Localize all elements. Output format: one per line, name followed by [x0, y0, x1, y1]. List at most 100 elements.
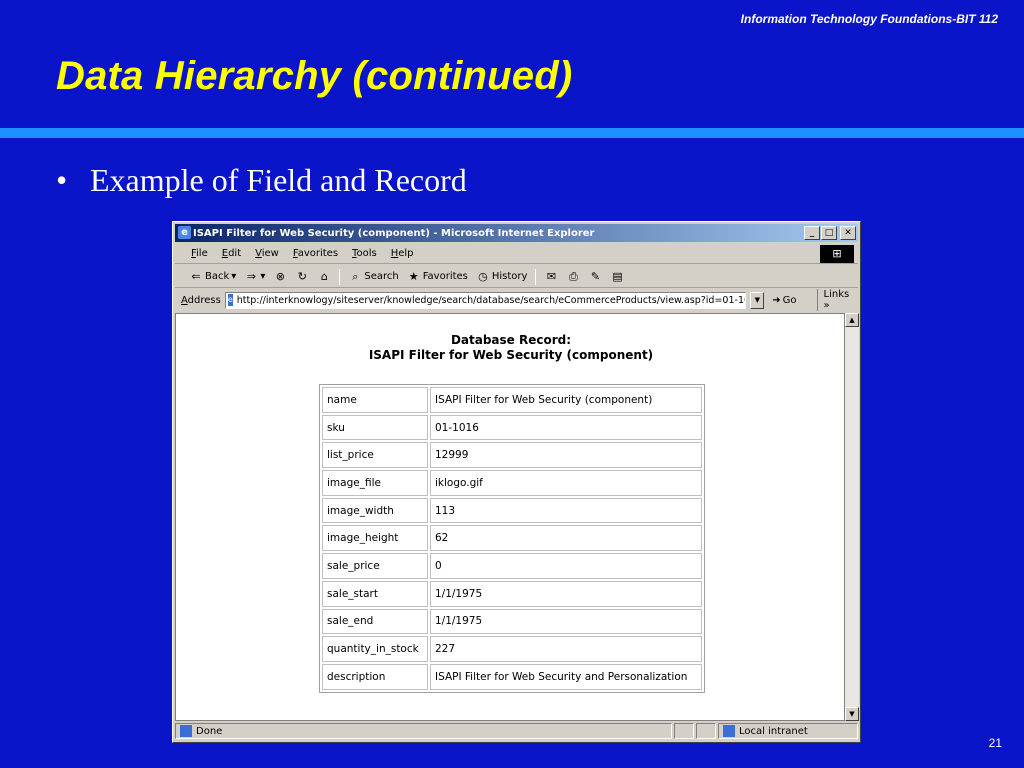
table-row: quantity_in_stock 227 [322, 636, 702, 662]
field-name: name [322, 387, 428, 413]
table-row: image_file iklogo.gif [322, 470, 702, 496]
title-rule [0, 128, 1024, 138]
browser-titlebar[interactable]: e ISAPI Filter for Web Security (compone… [175, 224, 858, 242]
status-panel [696, 723, 716, 739]
menu-edit[interactable]: Edit [222, 248, 241, 259]
address-url: http://interknowlogy/siteserver/knowledg… [236, 294, 747, 306]
browser-title: ISAPI Filter for Web Security (component… [193, 227, 595, 239]
refresh-icon[interactable]: ↻ [295, 270, 309, 284]
table-row: image_height 62 [322, 525, 702, 552]
toolbar-separator [535, 268, 537, 285]
field-value: 12999 [430, 442, 702, 469]
status-text: Done [196, 725, 223, 737]
status-bar: Done Local intranet [175, 722, 858, 740]
address-input[interactable]: e http://interknowlogy/siteserver/knowle… [224, 291, 747, 309]
chevron-right-icon: » [823, 300, 830, 311]
search-label: Search [364, 271, 399, 282]
record-heading: Database Record: ISAPI Filter for Web Se… [176, 333, 846, 363]
menu-file[interactable]: File [191, 248, 208, 259]
scroll-down-icon[interactable]: ▼ [845, 707, 859, 721]
field-name: image_file [322, 470, 428, 496]
table-row: image_width 113 [322, 497, 702, 524]
field-name: image_width [322, 497, 428, 524]
record-heading-line2: ISAPI Filter for Web Security (component… [368, 348, 654, 362]
field-name: image_height [322, 525, 428, 552]
slide-title: Data Hierarchy (continued) [56, 54, 573, 98]
go-arrow-icon: ➜ [772, 294, 781, 306]
scroll-up-icon[interactable]: ▲ [845, 313, 859, 327]
edit-icon[interactable]: ✎ [588, 270, 602, 284]
minimize-button[interactable]: _ [804, 226, 820, 240]
print-icon[interactable]: ⎙ [566, 270, 580, 284]
field-value: 01-1016 [430, 414, 702, 441]
address-label: Address [181, 294, 221, 306]
slide-number: 21 [988, 736, 1002, 750]
status-panel [674, 723, 694, 739]
toolbar: ⇐ Back ▾ ⇒ ▾ ⊗ ↻ ⌂ ⌕ Search ★ Favorites ◷ Hist… [175, 266, 858, 288]
history-button[interactable]: ◷ History [476, 269, 527, 284]
field-name: quantity_in_stock [322, 636, 428, 662]
field-value: iklogo.gif [430, 470, 702, 496]
field-name: sale_end [322, 608, 428, 635]
field-value: 227 [430, 636, 702, 662]
table-row: sale_start 1/1/1975 [322, 580, 702, 607]
toolbar-separator [339, 268, 341, 285]
table-row: description ISAPI Filter for Web Security… [322, 663, 702, 690]
windows-logo-icon: ⊞ [820, 245, 854, 263]
bullet-text: Example of Field and Record [90, 162, 467, 198]
field-name: description [322, 663, 428, 690]
browser-window: e ISAPI Filter for Web Security (compone… [172, 221, 861, 743]
record-heading-line1: Database Record: [450, 333, 572, 347]
window-controls: _ □ ✕ [804, 226, 856, 240]
back-arrow-icon: ⇐ [191, 269, 201, 283]
discuss-icon[interactable]: ▤ [610, 270, 624, 284]
ie-app-icon: e [178, 226, 191, 239]
go-label: Go [782, 294, 797, 306]
field-value: 113 [430, 497, 702, 524]
field-value: 1/1/1975 [430, 608, 702, 635]
security-zone: Local intranet [718, 723, 858, 739]
favorites-button[interactable]: ★ Favorites [407, 270, 468, 284]
mail-icon[interactable]: ✉ [544, 270, 558, 284]
bullet-item: • Example of Field and Record [56, 162, 467, 199]
menu-help[interactable]: Help [391, 248, 414, 259]
vertical-scrollbar[interactable]: ▲ ▼ [845, 313, 859, 721]
close-button[interactable]: ✕ [840, 226, 856, 240]
favorites-icon: ★ [408, 269, 419, 283]
field-value: 62 [430, 525, 702, 552]
zone-label: Local intranet [739, 725, 808, 737]
table-row: sale_price 0 [322, 553, 702, 579]
intranet-icon [723, 725, 735, 737]
forward-button[interactable]: ⇒ ▾ [244, 270, 266, 284]
menu-view[interactable]: View [255, 248, 279, 259]
record-table: name ISAPI Filter for Web Security (compo… [319, 384, 705, 693]
field-value: ISAPI Filter for Web Security (component… [430, 387, 702, 413]
stop-icon[interactable]: ⊗ [273, 270, 287, 284]
search-icon: ⌕ [352, 269, 359, 283]
favorites-label: Favorites [422, 271, 468, 282]
menu-tools[interactable]: Tools [352, 248, 377, 259]
back-button[interactable]: ⇐ Back ▾ [189, 270, 236, 284]
dropdown-icon: ▾ [260, 271, 266, 282]
table-row: sale_end 1/1/1975 [322, 608, 702, 635]
links-button[interactable]: Links » [816, 289, 858, 311]
maximize-button[interactable]: □ [821, 226, 837, 240]
home-icon[interactable]: ⌂ [317, 270, 331, 284]
bullet-marker: • [56, 162, 68, 198]
links-label: Links [823, 289, 850, 300]
go-button[interactable]: ➜ Go [772, 295, 796, 306]
back-label: Back [205, 271, 230, 282]
menu-favorites[interactable]: Favorites [293, 248, 338, 259]
field-value: ISAPI Filter for Web Security and Person… [430, 663, 702, 690]
table-row: list_price 12999 [322, 442, 702, 469]
table-row: sku 01-1016 [322, 414, 702, 441]
page-icon [180, 725, 192, 737]
address-dropdown-button[interactable]: ▼ [750, 291, 765, 309]
table-row: name ISAPI Filter for Web Security (compo… [322, 387, 702, 413]
field-value: 0 [430, 553, 702, 579]
field-name: sale_price [322, 553, 428, 579]
status-text-panel: Done [175, 723, 672, 739]
history-icon: ◷ [478, 269, 488, 283]
page-content: Database Record: ISAPI Filter for Web Se… [175, 313, 845, 721]
search-button[interactable]: ⌕ Search [348, 270, 398, 284]
